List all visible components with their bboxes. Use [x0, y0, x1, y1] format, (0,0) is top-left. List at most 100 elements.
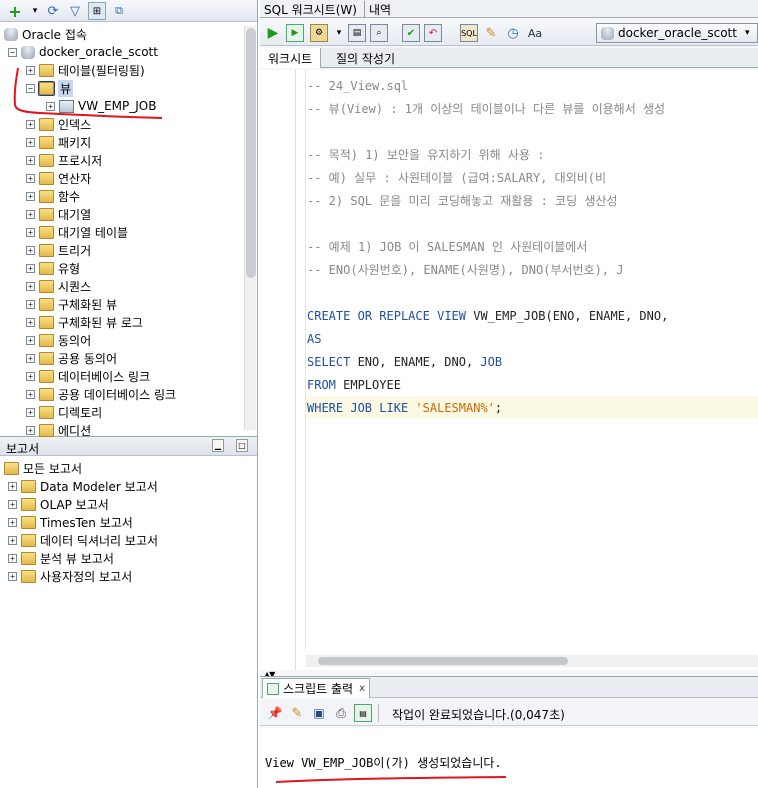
scrollbar-thumb[interactable]	[246, 28, 256, 278]
tab-script-output[interactable]: 스크립트 출력 x	[262, 678, 370, 698]
tree-item[interactable]: + 구체화된 뷰	[26, 295, 117, 313]
expand-toggle-icon[interactable]: +	[26, 263, 35, 273]
expand-toggle-icon[interactable]: +	[26, 407, 35, 417]
collapse-toggle-icon[interactable]: −	[26, 83, 35, 93]
expand-toggle-icon[interactable]: +	[8, 553, 17, 563]
expand-toggle-icon[interactable]: +	[26, 317, 35, 327]
chevron-down-icon[interactable]: ▾	[330, 24, 348, 42]
reports-item[interactable]: + TimesTen 보고서	[8, 513, 133, 531]
expand-toggle-icon[interactable]: +	[26, 245, 35, 255]
reports-item[interactable]: + OLAP 보고서	[8, 495, 109, 513]
sql-editor[interactable]: -- 24_View.sql -- 뷰(View) : 1개 이상의 테이블이나…	[260, 70, 758, 670]
expand-toggle-icon[interactable]: +	[26, 227, 35, 237]
expand-toggle-icon[interactable]: +	[26, 371, 35, 381]
eraser-icon[interactable]: ✎	[482, 24, 500, 42]
tree-item[interactable]: + 공용 동의어	[26, 349, 117, 367]
expand-toggle-icon[interactable]: +	[26, 119, 35, 129]
tree-item[interactable]: + 데이터베이스 링크	[26, 367, 150, 385]
tree-item[interactable]: + 프로시저	[26, 151, 102, 169]
commit-icon[interactable]: ⚙	[310, 24, 328, 42]
tree-item[interactable]: + 공용 데이터베이스 링크	[26, 385, 176, 403]
reports-item[interactable]: + 분석 뷰 보고서	[8, 549, 114, 567]
code-line-from: FROM EMPLOYEE	[307, 375, 401, 395]
expand-toggle-icon[interactable]: +	[8, 571, 17, 581]
tree-item[interactable]: − 뷰	[26, 79, 74, 97]
expand-toggle-icon[interactable]: +	[8, 535, 17, 545]
refresh-icon[interactable]: ⟳	[44, 2, 62, 20]
tree-item[interactable]: + 시퀀스	[26, 277, 91, 295]
tree-root[interactable]: Oracle 접속	[4, 25, 87, 43]
tree-item[interactable]: + VW_EMP_JOB	[46, 97, 156, 115]
tree-item[interactable]: + 디렉토리	[26, 403, 102, 421]
run-script-icon[interactable]: ▶	[286, 24, 304, 42]
commit-transaction-icon[interactable]: ✔	[402, 24, 420, 42]
expand-toggle-icon[interactable]: +	[26, 353, 35, 363]
tree-item[interactable]: + 테이블(필터링됨)	[26, 61, 145, 79]
tree-item[interactable]: + 동의어	[26, 331, 91, 349]
tree-item[interactable]: + 연산자	[26, 169, 91, 187]
expand-toggle-icon[interactable]: +	[26, 299, 35, 309]
tree-connection[interactable]: − docker_oracle_scott	[8, 43, 158, 61]
export-icon[interactable]: ▤	[354, 704, 372, 722]
tree-item-label: 동의어	[58, 333, 92, 348]
tree-item[interactable]: + 인덱스	[26, 115, 91, 133]
minimize-icon[interactable]: ▁	[212, 439, 224, 452]
clock-icon[interactable]: ◷	[504, 24, 522, 42]
expand-toggle-icon[interactable]: +	[26, 191, 35, 201]
pin-icon[interactable]: 📌	[266, 704, 284, 722]
schema-browser-icon[interactable]: ⊞	[88, 2, 106, 20]
maximize-icon[interactable]: □	[236, 439, 248, 452]
tree-item[interactable]: + 유형	[26, 259, 80, 277]
sql-tuning-icon[interactable]: SQL	[460, 24, 478, 42]
navigator-scrollbar[interactable]	[244, 26, 256, 430]
reports-root-label: 모든 보고서	[23, 461, 83, 476]
expand-toggle-icon[interactable]: +	[26, 281, 35, 291]
chevron-down-icon[interactable]: ▾	[26, 2, 44, 20]
tree-item[interactable]: + 구체화된 뷰 로그	[26, 313, 143, 331]
scrollbar-thumb[interactable]	[318, 657, 568, 665]
tree-item[interactable]: + 패키지	[26, 133, 91, 151]
connection-select[interactable]: docker_oracle_scott ▾	[596, 23, 758, 43]
collapse-icon[interactable]: ⧉	[110, 2, 128, 20]
expand-toggle-icon[interactable]: +	[8, 517, 17, 527]
expand-toggle-icon[interactable]: +	[26, 155, 35, 165]
tab-history[interactable]: 내역	[364, 1, 391, 18]
tab-worksheet[interactable]: 워크시트	[260, 48, 322, 68]
collapse-toggle-icon[interactable]: −	[8, 47, 17, 57]
script-output-area[interactable]: View VW_EMP_JOB이(가) 생성되었습니다.	[260, 728, 758, 788]
expand-toggle-icon[interactable]: +	[8, 499, 17, 509]
reports-item[interactable]: + 사용자정의 보고서	[8, 567, 132, 585]
expand-toggle-icon[interactable]: +	[26, 173, 35, 183]
tab-query-builder[interactable]: 질의 작성기	[336, 50, 395, 67]
tree-item[interactable]: + 대기열	[26, 205, 91, 223]
expand-toggle-icon[interactable]: +	[26, 335, 35, 345]
expand-toggle-icon[interactable]: +	[46, 101, 55, 111]
tree-item[interactable]: + 에디션	[26, 421, 91, 439]
format-icon[interactable]: Aa	[526, 24, 544, 42]
expand-toggle-icon[interactable]: +	[26, 425, 35, 435]
reports-root[interactable]: 모든 보고서	[4, 459, 82, 477]
tree-item[interactable]: + 대기열 테이블	[26, 223, 128, 241]
expand-toggle-icon[interactable]: +	[8, 481, 17, 491]
rollback-icon[interactable]: ↶	[424, 24, 442, 42]
tab-sql-worksheet[interactable]: SQL 워크시트(W)	[264, 1, 357, 18]
autotrace-icon[interactable]: ⌕	[370, 24, 388, 42]
editor-horizontal-scrollbar[interactable]	[306, 655, 758, 667]
reports-item[interactable]: + 데이터 딕셔너리 보고서	[8, 531, 158, 549]
eraser-icon[interactable]: ✎	[288, 704, 306, 722]
tree-item[interactable]: + 함수	[26, 187, 80, 205]
explain-plan-icon[interactable]: ▤	[348, 24, 366, 42]
tree-item[interactable]: + 트리거	[26, 241, 91, 259]
expand-toggle-icon[interactable]: +	[26, 137, 35, 147]
expand-toggle-icon[interactable]: +	[26, 389, 35, 399]
add-connection-icon[interactable]: +	[6, 2, 24, 21]
close-icon[interactable]: x	[359, 683, 365, 694]
reports-item[interactable]: + Data Modeler 보고서	[8, 477, 158, 495]
print-icon[interactable]: ⎙	[332, 704, 350, 722]
save-icon[interactable]: ▣	[310, 704, 328, 722]
filter-icon[interactable]: ▽	[66, 2, 84, 20]
expand-toggle-icon[interactable]: +	[26, 209, 35, 219]
run-statement-icon[interactable]: ▶	[264, 24, 282, 42]
expand-toggle-icon[interactable]: +	[26, 65, 35, 75]
keyword: VIEW	[437, 309, 466, 323]
